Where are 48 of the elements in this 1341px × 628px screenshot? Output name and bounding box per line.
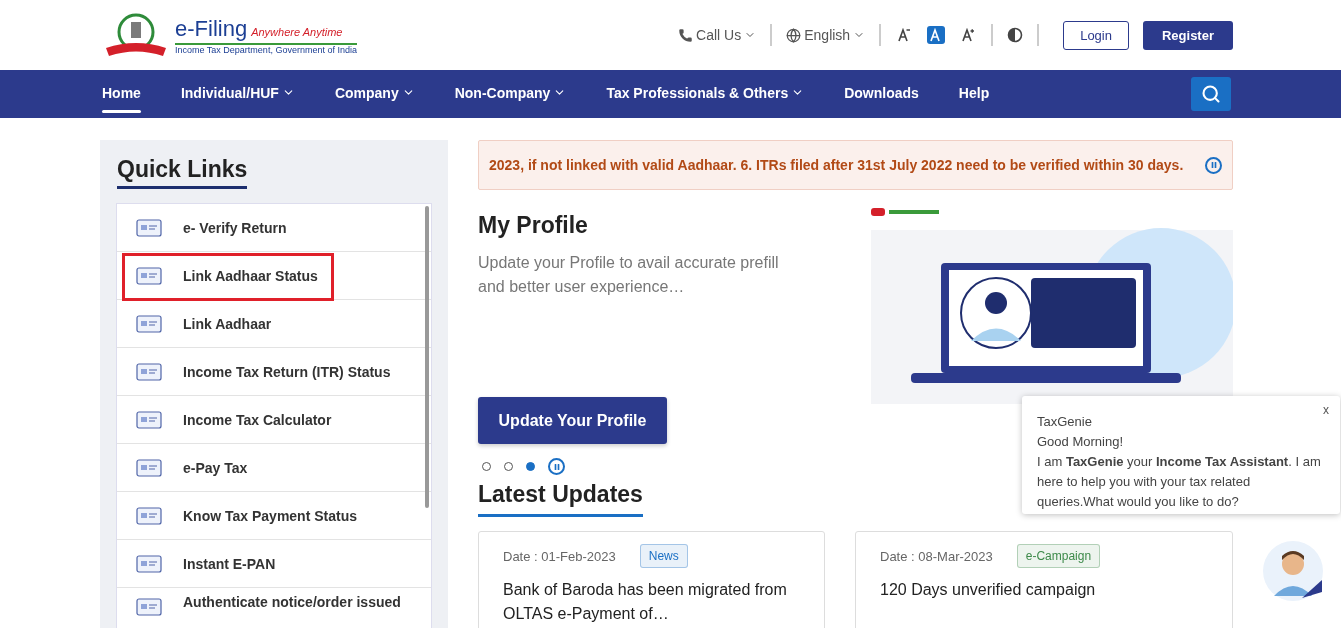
category-tag: News <box>639 544 688 568</box>
profile-text: Update your Profile to avail accurate prefill and better user experience… <box>478 253 780 297</box>
globe-icon <box>786 27 802 43</box>
quick-link-item[interactable]: Link Aadhaar Status <box>117 252 431 300</box>
update-profile-button[interactable]: Update Your Profile <box>478 397 667 444</box>
search-icon <box>1201 84 1221 104</box>
scrollbar[interactable] <box>425 206 429 508</box>
slide-dot[interactable] <box>526 462 535 471</box>
assistant-avatar[interactable] <box>1262 540 1324 602</box>
update-card[interactable]: Date : 08-Mar-2023 e-Campaign 120 Days unverified campaign <box>855 531 1233 628</box>
logo-tagline: Anywhere Anytime <box>251 25 343 38</box>
update-text: 120 Days unverified campaign <box>880 580 1097 600</box>
update-date: Date : 01-Feb-2023 <box>503 548 616 564</box>
nav-item[interactable]: Individual/HUF <box>180 70 295 118</box>
nav-item[interactable]: Help <box>958 70 990 118</box>
phone-icon <box>678 27 694 43</box>
quick-links-title: Quick Links <box>117 156 248 189</box>
chat-greeting: Good Morning! <box>1037 433 1124 451</box>
quick-link-item[interactable]: Instant E-PAN <box>117 540 431 588</box>
emblem-logo <box>103 12 169 58</box>
chat-name: TaxGenie <box>1037 413 1093 431</box>
logo-title: e-Filing <box>175 15 248 42</box>
update-card[interactable]: Date : 01-Feb-2023 News Bank of Baroda has been migrated from OLTAS e-Payment of… <box>478 531 825 628</box>
call-us-link[interactable]: Call Us <box>678 27 757 43</box>
text-size-normal-icon[interactable] <box>927 26 946 44</box>
nav-item[interactable]: Company <box>334 70 415 118</box>
quick-link-item[interactable]: Authenticate notice/order issued <box>117 588 431 628</box>
quick-link-item[interactable]: Know Tax Payment Status <box>117 492 431 540</box>
ticker-text: 2023, if not linked with valid Aadhaar. 6. ITRs filed after 31st July 2022 need to be verified within 30 days. <box>489 157 1185 173</box>
update-date: Date : 08-Mar-2023 <box>880 548 993 564</box>
chat-message: I am TaxGenie your Income Tax Assistant. I am here to help you with your tax related queries.What would you like to do? <box>1037 453 1322 511</box>
pause-icon[interactable] <box>548 458 565 475</box>
pause-icon[interactable] <box>1205 156 1222 174</box>
update-text: Bank of Baroda has been migrated from OLTAS e-Payment of… <box>503 580 788 624</box>
close-button[interactable]: x <box>1323 400 1329 420</box>
contrast-icon[interactable] <box>1007 27 1024 43</box>
language-selector[interactable]: English <box>786 27 866 43</box>
nav-item[interactable]: Downloads <box>844 70 919 118</box>
nav-item[interactable]: Home <box>102 70 141 118</box>
search-button[interactable] <box>1191 77 1231 111</box>
profile-title: My Profile <box>478 212 589 239</box>
login-button[interactable]: Login <box>1063 20 1129 50</box>
logo-subtitle: Income Tax Department, Government of India <box>175 44 357 55</box>
nav-item[interactable]: Non-Company <box>454 70 567 118</box>
register-button[interactable]: Register <box>1142 20 1233 50</box>
category-tag: e-Campaign <box>1016 544 1101 568</box>
nav-item[interactable]: Tax Professionals & Others <box>606 70 805 118</box>
latest-updates-title: Latest Updates <box>478 481 643 517</box>
